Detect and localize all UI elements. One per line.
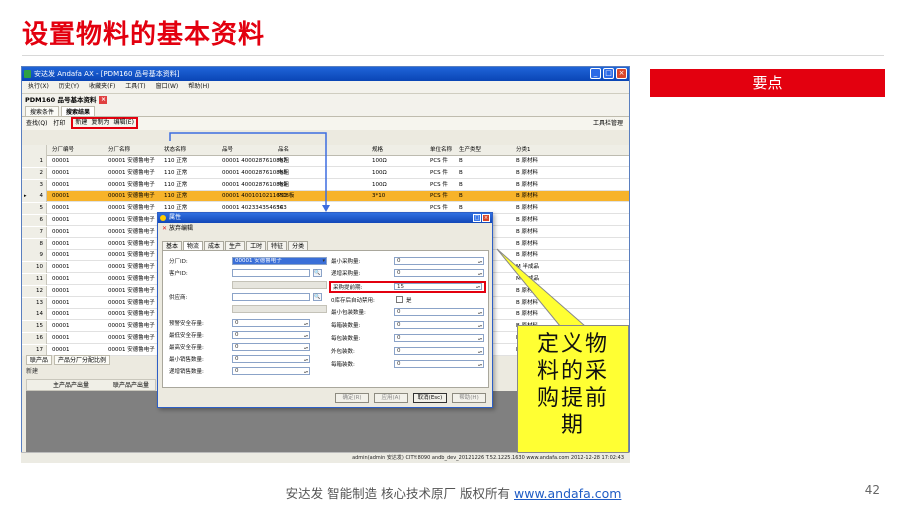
- key-points-banner: 要点: [650, 69, 885, 97]
- footer-link[interactable]: www.andafa.com: [514, 486, 621, 501]
- callout-tail: [496, 248, 587, 327]
- callout-note: 定义物料的采购提前期: [517, 325, 629, 453]
- page-number: 42: [864, 483, 880, 497]
- footer: 安达发 智能制造 核心技术原厂 版权所有 www.andafa.com: [0, 483, 907, 502]
- footer-text: 安达发 智能制造 核心技术原厂 版权所有: [285, 486, 511, 501]
